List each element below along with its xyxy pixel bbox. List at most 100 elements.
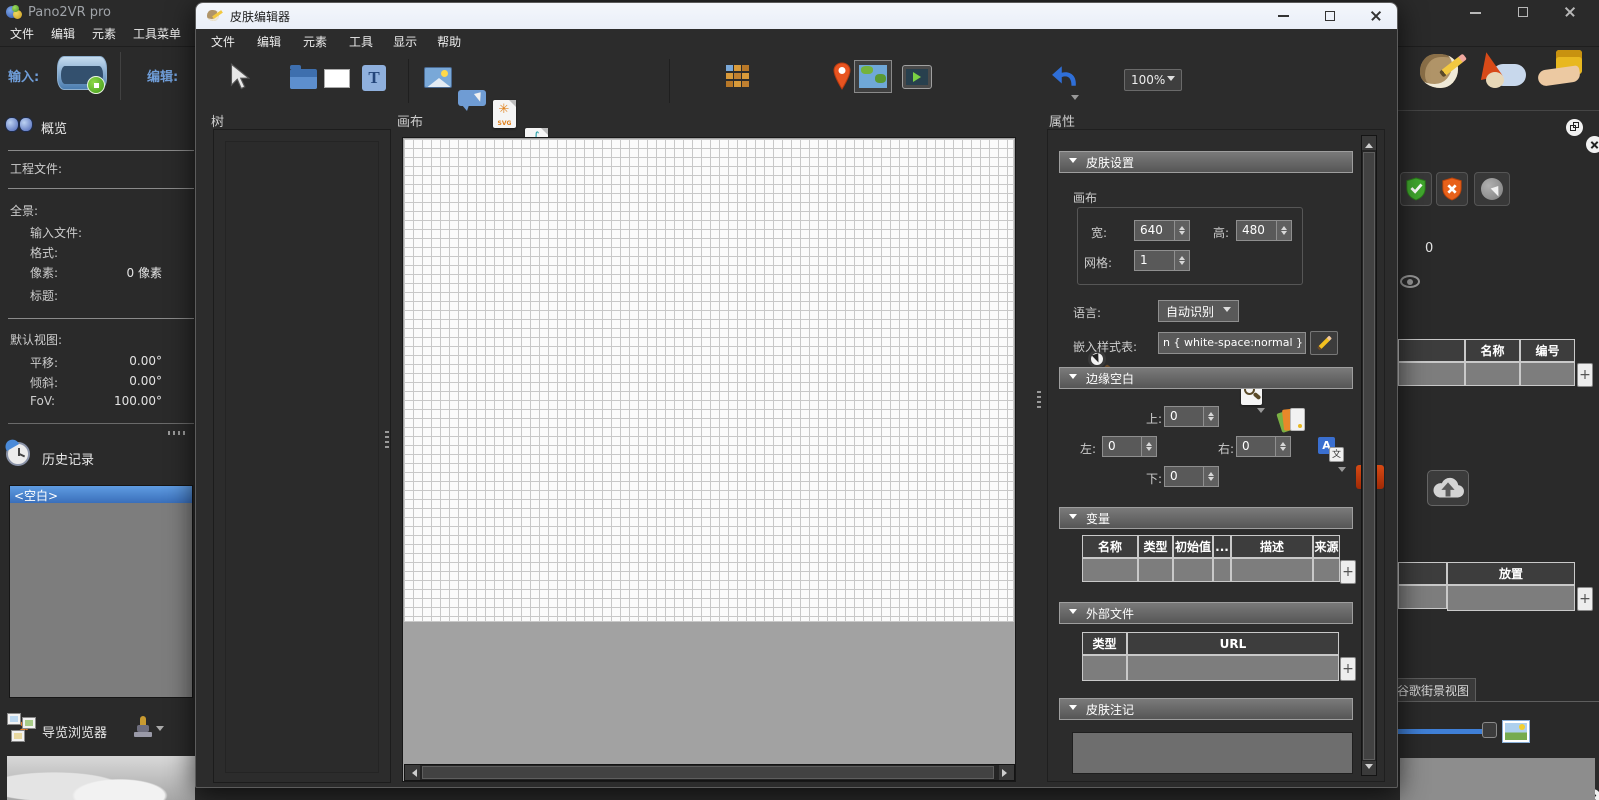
variables-add-button[interactable]: + [1340,560,1356,584]
id-table-add-button[interactable]: + [1577,363,1593,387]
panel-splitter-handle[interactable] [168,431,186,435]
se-menu-view[interactable]: 显示 [393,33,417,50]
margins-header[interactable]: 边缘空白 [1059,367,1353,389]
stylesheet-field[interactable]: n { white-space:normal } [1158,332,1306,354]
se-maximize-button[interactable] [1325,11,1335,21]
scroll-down-button[interactable] [1362,761,1376,775]
undo-dropdown-icon[interactable] [1071,95,1079,104]
map-icon [859,65,887,88]
margin-right-spinner[interactable]: 0 [1236,436,1291,457]
width-value[interactable]: 640 [1134,220,1175,241]
canvas-hscrollbar[interactable] [404,764,1015,781]
language-select[interactable]: 自动识别 [1158,300,1239,322]
container-tool[interactable] [290,69,317,89]
properties-vscrollbar[interactable] [1361,135,1377,776]
main-menu-elements[interactable]: 元素 [92,25,116,42]
main-menu-tools[interactable]: 工具菜单 [133,25,181,42]
text-tool[interactable]: T [362,65,386,91]
main-menu-edit[interactable]: 编辑 [51,25,75,42]
external-files-header[interactable]: 外部文件 [1059,602,1353,624]
svg-file-tool[interactable]: ✳ SVG [493,100,516,128]
se-minimize-button[interactable] [1278,15,1289,17]
street-view-viewer [1400,758,1595,800]
margin-left-spinner[interactable]: 0 [1102,436,1157,457]
float-panel-icon[interactable] [1566,119,1583,136]
se-menu-elements[interactable]: 元素 [303,33,327,50]
se-close-button[interactable] [1370,10,1382,22]
video-icon [906,69,928,85]
pan-label: 平移: [30,354,58,371]
margin-top-value[interactable]: 0 [1164,406,1204,427]
canvas-group-label: 画布 [1073,189,1097,206]
grid-spinner[interactable]: 1 [1134,250,1190,271]
close-panel-icon[interactable] [1586,136,1599,153]
width-label: 宽: [1091,224,1107,241]
grid-spin-buttons[interactable] [1175,250,1190,271]
tree-splitter-handle[interactable] [385,431,389,449]
se-menu-tools[interactable]: 工具 [349,33,373,50]
stylesheet-edit-button[interactable] [1310,331,1338,355]
se-menu-file[interactable]: 文件 [211,33,235,50]
skin-notes-textarea[interactable] [1072,732,1353,774]
edit-label: 编辑: [147,66,178,85]
grid-value[interactable]: 1 [1134,250,1175,271]
map-tool-selected[interactable] [854,60,892,93]
protect-enable-button[interactable] [1400,172,1432,206]
textfield-tool[interactable] [458,90,486,106]
zoom-slider-handle[interactable] [1482,722,1497,738]
height-spinner[interactable]: 480 [1236,220,1292,241]
add-panorama-button[interactable] [57,52,109,98]
se-menu-help[interactable]: 帮助 [437,33,461,50]
rectangle-tool[interactable] [324,69,350,88]
street-view-tab[interactable]: 谷歌街景视图 [1390,678,1476,702]
stamp-icon[interactable] [134,716,152,740]
pin-tool[interactable] [832,61,852,95]
history-list-item[interactable]: <空白> [10,486,192,503]
width-spin-buttons[interactable] [1175,220,1190,241]
margin-right-value[interactable]: 0 [1236,436,1276,457]
margin-top-spinner[interactable]: 0 [1164,406,1219,427]
zoom-slider-track[interactable] [1390,729,1484,734]
tree-view[interactable] [225,141,379,773]
canvas-viewport[interactable] [402,137,1016,782]
stamp-dropdown-icon[interactable] [156,726,164,735]
skin-editor-window: 皮肤编辑器 文件 编辑 元素 工具 显示 帮助 T [195,2,1398,788]
scroll-left-button[interactable] [405,765,420,780]
external-files-add-button[interactable]: + [1340,657,1356,681]
scroll-up-button[interactable] [1362,136,1376,150]
tour-thumbnail-image[interactable] [7,756,195,800]
placement-table-add-button[interactable]: + [1577,587,1593,611]
globe-select-button[interactable] [1474,172,1510,206]
upload-button[interactable] [1427,470,1469,506]
undo-button[interactable] [1051,63,1079,104]
scroll-right-button[interactable] [999,765,1014,780]
text-tool-icon: T [368,68,379,88]
canvas-hscroll-thumb[interactable] [422,766,994,779]
width-spinner[interactable]: 640 [1134,220,1190,241]
skin-settings-header[interactable]: 皮肤设置 [1059,151,1353,173]
height-value[interactable]: 480 [1236,220,1277,241]
canvas-splitter-handle[interactable] [1037,391,1041,409]
image-preview-icon[interactable] [1502,720,1530,743]
pointer-tool[interactable] [228,63,250,95]
properties-vscroll-thumb[interactable] [1363,152,1375,760]
video-tool[interactable] [902,65,932,89]
image-tool[interactable] [424,67,452,88]
skin-editor-title: 皮肤编辑器 [230,8,290,25]
thumbnail-grid-tool[interactable] [726,65,750,88]
skin-editor-titlebar[interactable]: 皮肤编辑器 [196,3,1397,29]
margin-left-value[interactable]: 0 [1102,436,1142,457]
zoom-level-select[interactable]: 100% [1124,69,1182,91]
history-title: 历史记录 [42,449,94,468]
variables-header[interactable]: 变量 [1059,507,1353,529]
se-menu-edit[interactable]: 编辑 [257,33,281,50]
margin-bottom-value[interactable]: 0 [1164,466,1204,487]
main-menu-file[interactable]: 文件 [10,25,34,42]
skin-notes-header[interactable]: 皮肤注记 [1059,698,1353,720]
skin-canvas-grid[interactable] [404,139,1014,622]
protect-disable-button[interactable] [1436,172,1468,206]
history-list[interactable]: <空白> [9,485,193,698]
height-spin-buttons[interactable] [1277,220,1292,241]
margin-bottom-spinner[interactable]: 0 [1164,466,1219,487]
language-dropdown-icon [1223,307,1231,316]
